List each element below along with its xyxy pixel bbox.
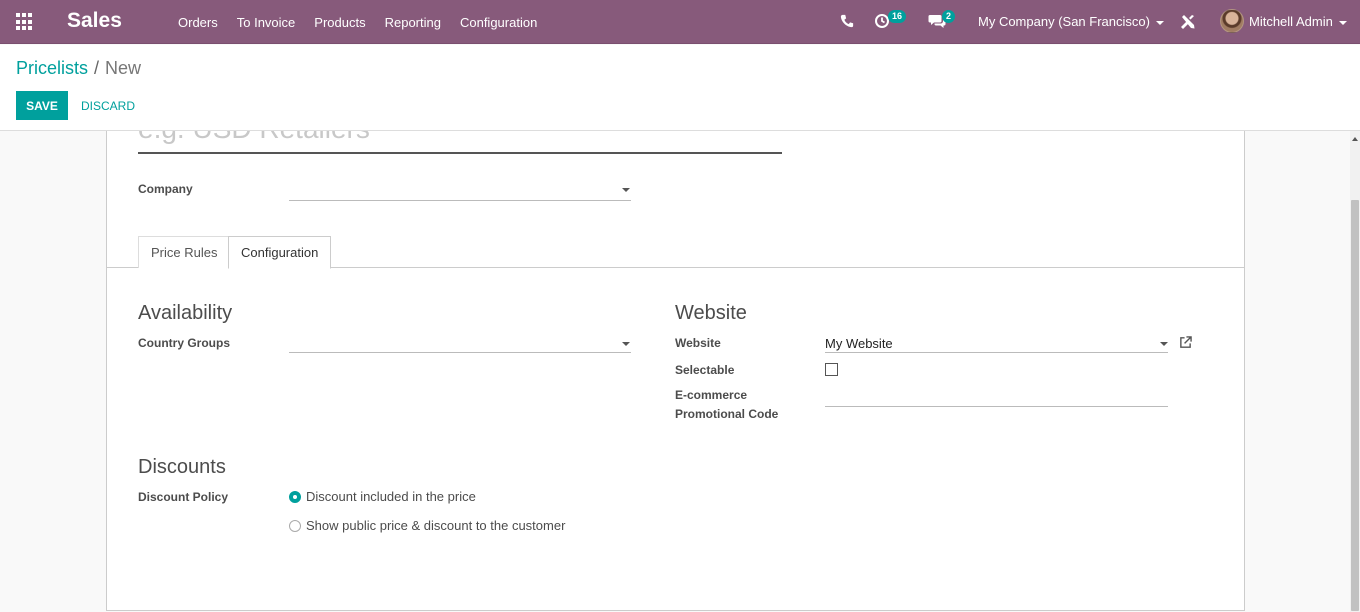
- breadcrumb-pricelists-link[interactable]: Pricelists: [16, 58, 88, 78]
- discounts-title: Discounts: [138, 456, 226, 478]
- promo-code-label-line1: E-commerce: [675, 388, 748, 402]
- chevron-down-icon[interactable]: [622, 342, 630, 346]
- website-select[interactable]: My Website: [825, 333, 1168, 353]
- website-label: Website: [675, 336, 721, 350]
- availability-title: Availability: [138, 302, 233, 324]
- activity-count-badge: 16: [888, 10, 907, 23]
- debug-tools-icon[interactable]: [1180, 14, 1196, 30]
- apps-menu-icon[interactable]: [16, 13, 34, 31]
- menu-item-to-invoice[interactable]: To Invoice: [237, 15, 296, 30]
- menu-item-reporting[interactable]: Reporting: [385, 15, 441, 30]
- website-title: Website: [675, 302, 747, 324]
- country-groups-select[interactable]: [289, 333, 631, 353]
- tab-configuration[interactable]: Configuration: [228, 236, 332, 269]
- chevron-down-icon: [1338, 20, 1347, 25]
- promo-code-label-line2: Promotional Code: [675, 407, 779, 421]
- page-scrollbar[interactable]: [1350, 131, 1360, 612]
- user-avatar[interactable]: [1220, 9, 1244, 33]
- discount-policy-label: Discount Policy: [138, 490, 229, 504]
- show-public-price-radio[interactable]: [289, 520, 301, 532]
- breadcrumb-current: New: [105, 58, 142, 78]
- menu-item-products[interactable]: Products: [314, 15, 365, 30]
- show-public-price-label[interactable]: Show public price & discount to the cust…: [306, 518, 565, 533]
- user-menu[interactable]: Mitchell Admin: [1249, 14, 1347, 29]
- main-menu: Orders To Invoice Products Reporting Con…: [178, 0, 556, 44]
- scroll-up-arrow-icon[interactable]: [1352, 137, 1358, 141]
- external-link-icon[interactable]: [1179, 336, 1192, 349]
- discount-included-label[interactable]: Discount included in the price: [306, 489, 476, 504]
- message-count-badge: 2: [942, 10, 956, 23]
- notebook-tabs: Price Rules Configuration: [107, 236, 1244, 269]
- user-name: Mitchell Admin: [1249, 14, 1333, 29]
- app-brand[interactable]: Sales: [67, 9, 122, 33]
- selectable-checkbox[interactable]: [825, 363, 838, 376]
- selectable-label: Selectable: [675, 363, 735, 377]
- scroll-thumb[interactable]: [1351, 200, 1359, 611]
- phone-icon[interactable]: [840, 13, 854, 29]
- chevron-down-icon[interactable]: [622, 188, 630, 192]
- discount-included-radio[interactable]: [289, 491, 301, 503]
- control-panel: Pricelists / New SAVE DISCARD: [0, 45, 1360, 131]
- tab-price-rules[interactable]: Price Rules: [138, 236, 231, 268]
- save-button[interactable]: SAVE: [16, 91, 68, 120]
- company-switcher[interactable]: My Company (San Francisco): [978, 14, 1164, 29]
- pricelist-name-input[interactable]: e.g. USD Retailers: [138, 131, 782, 154]
- breadcrumb-separator: /: [94, 58, 100, 78]
- top-navbar: Sales Orders To Invoice Products Reporti…: [0, 0, 1360, 44]
- menu-item-orders[interactable]: Orders: [178, 15, 218, 30]
- promo-code-input[interactable]: [825, 387, 1168, 407]
- form-sheet: e.g. USD Retailers Company Price Rules C…: [106, 131, 1245, 611]
- chevron-down-icon[interactable]: [1160, 342, 1168, 346]
- company-select[interactable]: [289, 181, 631, 201]
- website-value: My Website: [825, 336, 893, 351]
- company-label: Company: [138, 182, 193, 196]
- menu-item-configuration[interactable]: Configuration: [460, 15, 537, 30]
- country-groups-label: Country Groups: [138, 336, 230, 350]
- discard-button[interactable]: DISCARD: [81, 91, 135, 120]
- breadcrumb: Pricelists / New: [16, 58, 141, 79]
- company-name: My Company (San Francisco): [978, 14, 1150, 29]
- chevron-down-icon: [1155, 20, 1164, 25]
